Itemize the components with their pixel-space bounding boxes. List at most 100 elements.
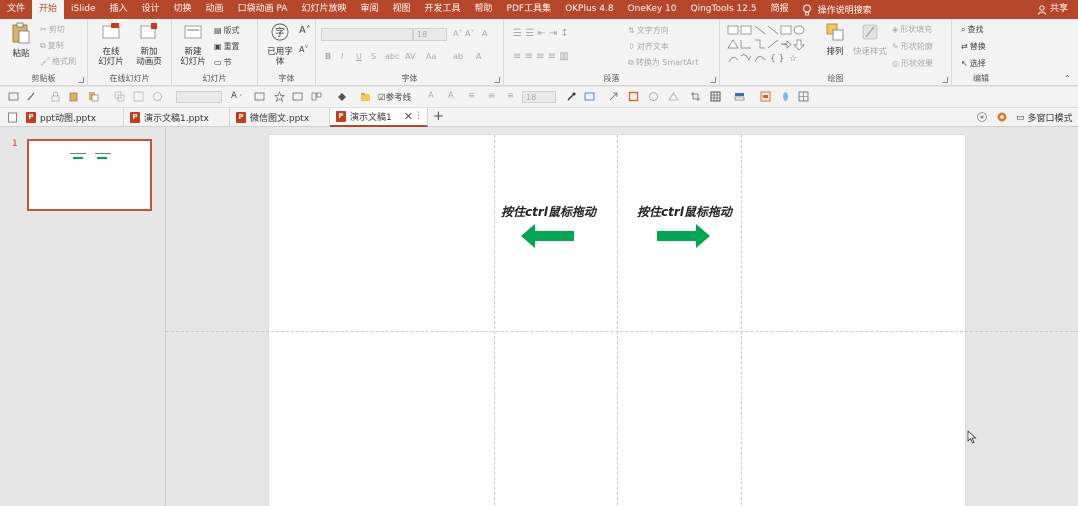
qat-size-combo[interactable]: 18 [522,91,556,103]
shape-effects-button[interactable]: ◎ 形状效果 [892,58,933,69]
eyedropper-icon[interactable] [566,91,577,102]
change-case-icon[interactable]: Aa [426,52,436,61]
qat-align-center-icon[interactable]: ≡ [488,91,495,101]
italic-icon[interactable]: I [341,52,343,61]
font-name-combo[interactable] [321,28,413,41]
shrink-text-icon[interactable]: A [448,91,454,101]
quick-styles-button[interactable]: 快速样式 [852,22,888,57]
new-doc-icon[interactable] [7,112,18,123]
doc-tab-ppt-dongtu[interactable]: P ppt动图.pptx [20,108,124,127]
clipboard-launcher[interactable] [78,77,84,83]
tab-help[interactable]: 帮助 [468,0,500,19]
guide-vertical-3[interactable] [741,135,742,506]
tab-animations[interactable]: 动画 [199,0,231,19]
lock-icon[interactable] [50,91,61,102]
tab-review[interactable]: 审阅 [353,0,385,19]
strikethrough-icon[interactable]: abc [385,52,399,61]
align-text-button[interactable]: ⇳ 对齐文本 [628,41,669,52]
settings-icon[interactable] [976,111,988,123]
shape-outline-button[interactable]: ✎ 形状轮廓 [892,41,933,52]
crop-icon[interactable] [690,91,701,102]
format-painter-button[interactable]: 🖌 格式刷 [40,56,76,67]
text-direction-button[interactable]: ⇅ 文字方向 [628,25,669,36]
close-tab-icon[interactable]: ✕ [404,110,413,123]
grow-font-icon[interactable]: A˄ A˅ [453,29,475,38]
grid-dropdown-icon[interactable] [798,91,809,102]
slide-canvas[interactable]: 按住ctrl鼠标拖动 按住ctrl鼠标拖动 [269,135,965,506]
tab-pocket-animation[interactable]: 口袋动画 PA [231,0,295,19]
shape-tool-icon[interactable] [668,91,679,102]
copy-button[interactable]: ⧉ 复制 [40,40,64,51]
qat-align-right-icon[interactable]: ≡ [507,91,514,101]
slide-text-left[interactable]: 按住ctrl鼠标拖动 [501,203,596,220]
replace-button[interactable]: ⇄ 替换 [961,41,986,52]
tab-okplus[interactable]: OKPlus 4.8 [558,0,620,19]
char-spacing-icon[interactable]: AV [405,52,415,61]
export-icon[interactable] [608,91,619,102]
tab-transitions[interactable]: 切换 [167,0,199,19]
new-slide-button[interactable]: 新建 幻灯片 [176,22,210,67]
format-icon[interactable] [8,91,19,102]
multi-window-button[interactable]: ▭ 多窗口模式 [1016,111,1073,125]
paste-button[interactable]: 粘贴 [8,22,34,59]
align-icons[interactable]: ≡ ≡ ≡ ≡ ▥ [513,51,569,62]
reference-line-checkbox[interactable]: ☑参考线 [378,91,411,103]
new-animation-page-button[interactable]: 新加 动画页 [132,22,166,67]
qat-align-left-icon[interactable]: ≡ [468,91,475,101]
layout-button[interactable]: ▤ 版式 [214,25,240,36]
section-button[interactable]: ▭ 节 [214,57,232,68]
guide-vertical-2[interactable] [617,135,618,506]
distribute-icon[interactable] [760,91,771,102]
folder-icon[interactable] [360,91,371,102]
right-arrow-shape[interactable] [656,224,710,248]
font-size-combo[interactable]: 18 [413,28,447,41]
tab-islide[interactable]: iSlide [64,0,102,19]
cut-button[interactable]: ✂ 剪切 [40,24,65,35]
tab-insert[interactable]: 插入 [103,0,135,19]
ellipse-blue-icon[interactable] [780,91,791,102]
reset-button[interactable]: ▣ 重置 [214,41,240,52]
tab-pdf-tools[interactable]: PDF工具集 [500,0,559,19]
brush-tool-icon[interactable] [26,91,37,102]
tab-developer[interactable]: 开发工具 [417,0,467,19]
bullets-icon[interactable]: ☰ ☰ ⇤ ⇥ ↕ [513,28,569,39]
tab-briefing[interactable]: 简报 [764,0,796,19]
shapes-gallery-icon[interactable]: { } ☆ [727,24,813,64]
highlight-icon[interactable]: ab [453,52,463,61]
grid-icon[interactable] [710,91,721,102]
decrease-font-icon[interactable]: A˅ [299,45,308,54]
tab-design[interactable]: 设计 [135,0,167,19]
drawing-launcher[interactable] [942,77,948,83]
paste-tool-icon[interactable] [88,91,99,102]
guide-vertical-1[interactable] [494,135,495,506]
bold-icon[interactable]: B [325,52,331,61]
increase-font-icon[interactable]: A˄ [299,25,311,36]
arrange-button[interactable]: 排列 [820,22,850,57]
tab-home[interactable]: 开始 [32,0,65,19]
align-tool-icon[interactable] [311,91,322,102]
tab-onekey[interactable]: OneKey 10 [621,0,684,19]
font-color-icon[interactable]: A [476,52,481,61]
share-button[interactable]: 共享 [1037,0,1068,19]
tab-view[interactable]: 视图 [385,0,417,19]
tab-slideshow[interactable]: 幻灯片放映 [294,0,353,19]
clear-format-icon[interactable]: A [482,29,487,38]
qat-font-combo[interactable] [176,91,222,103]
slide-text-right[interactable]: 按住ctrl鼠标拖动 [637,203,732,220]
more-icon[interactable]: ⋮ [414,111,423,121]
tab-qingtools[interactable]: QingTools 12.5 [684,0,764,19]
collapse-ribbon-icon[interactable]: ⌃ [1064,74,1071,83]
underline-icon[interactable]: U [356,52,362,61]
tell-me-search[interactable]: 操作说明搜索 [796,3,872,16]
find-button[interactable]: ⌕ 查找 [961,24,983,35]
circle-tool-icon[interactable] [648,91,659,102]
layout-tool-icon[interactable] [734,91,745,102]
tab-file[interactable]: 文件 [0,0,32,19]
paragraph-launcher[interactable] [710,77,716,83]
left-arrow-shape[interactable] [521,224,575,248]
smartart-button[interactable]: ⧉ 转换为 SmartArt [628,57,698,68]
doc-tab-presentation1[interactable]: P 演示文稿1 ✕ ⋮ [330,108,428,127]
qat-font-color[interactable]: A · [231,91,242,101]
guide-horizontal[interactable] [166,331,1078,332]
select-button[interactable]: ↖ 选择 [961,58,986,69]
